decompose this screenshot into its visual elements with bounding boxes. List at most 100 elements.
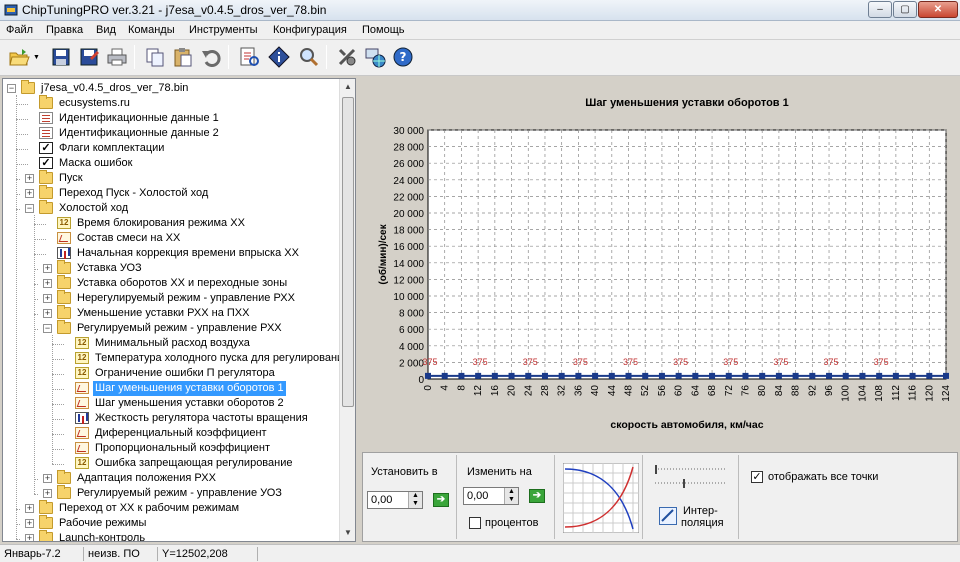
x-tick-label: 72 [724, 385, 735, 397]
data-label: 375 [673, 357, 688, 367]
y-tick-label: 20 000 [393, 209, 424, 220]
x-tick-label: 56 [657, 385, 668, 397]
set-value-label: Установить в [371, 466, 438, 478]
percent-checkbox[interactable] [469, 517, 481, 529]
tree-item[interactable]: + Переход от ХХ к рабочим режимам [3, 500, 339, 516]
tree-item[interactable]: Жесткость регулятора частоты вращения [3, 411, 339, 426]
apply-set-button[interactable]: ➔ [433, 493, 449, 507]
x-tick-label: 92 [807, 385, 818, 397]
scroll-up-icon[interactable]: ▲ [340, 79, 355, 95]
expand-icon[interactable]: + [25, 174, 34, 183]
menu-commands[interactable]: Команды [128, 24, 175, 36]
menu-edit[interactable]: Правка [46, 24, 83, 36]
expand-icon[interactable]: + [43, 294, 52, 303]
tree-item[interactable]: + Launch-контроль [3, 530, 339, 541]
interpolation-preview-icon[interactable] [563, 463, 639, 533]
compare-icon[interactable] [238, 46, 260, 68]
tree-item[interactable]: + Регулируемый режим - управление УОЗ [3, 485, 339, 501]
expand-icon[interactable]: + [25, 519, 34, 528]
tree-item-label: Нерегулируемый режим - управление РХХ [77, 292, 295, 304]
apply-change-button[interactable]: ➔ [529, 489, 545, 503]
tree-item[interactable]: ecusystems.ru [3, 95, 339, 111]
change-value-spinner-icon[interactable]: ▲ ▼ [504, 488, 518, 504]
tree-item[interactable]: + Пуск [3, 170, 339, 186]
change-value-input[interactable]: 0,00 ▲ ▼ [463, 487, 519, 505]
undo-icon[interactable] [200, 46, 222, 68]
scroll-down-icon[interactable]: ▼ [340, 525, 355, 541]
menu-configuration[interactable]: Конфигурация [273, 24, 347, 36]
menu-tools[interactable]: Инструменты [189, 24, 258, 36]
close-button[interactable]: ✕ [918, 1, 958, 18]
tree-item[interactable]: Начальная коррекция времени впрыска ХХ [3, 246, 339, 261]
tree-item[interactable]: Состав смеси на ХХ [3, 231, 339, 246]
collapse-icon[interactable]: − [7, 84, 16, 93]
interpolation-label-1[interactable]: Интер- [683, 505, 718, 517]
set-value-spinner-icon[interactable]: ▲ ▼ [408, 492, 422, 508]
menu-file[interactable]: Файл [6, 24, 33, 36]
scroll-thumb[interactable] [342, 97, 354, 407]
tree-item[interactable]: + Адаптация положения РХХ [3, 470, 339, 486]
search-icon[interactable] [298, 46, 320, 68]
open-icon[interactable] [8, 46, 30, 68]
collapse-icon[interactable]: − [43, 324, 52, 333]
tree-item[interactable]: + Рабочие режимы [3, 515, 339, 531]
menu-bar: Файл Правка Вид Команды Инструменты Конф… [0, 21, 960, 40]
constant-icon: 12 [75, 457, 89, 469]
window-title: ChipTuningPRO ver.3.21 - j7esa_v0.4.5_dr… [22, 3, 327, 17]
expand-icon[interactable]: + [25, 504, 34, 513]
maximize-button[interactable]: ▢ [893, 1, 917, 18]
open-dropdown-icon[interactable]: ▼ [33, 54, 40, 61]
collapse-icon[interactable]: − [25, 204, 34, 213]
tree-item[interactable]: + Нерегулируемый режим - управление РХХ [3, 290, 339, 306]
tree-item[interactable]: 12 Ограничение ошибки П регулятора [3, 366, 339, 381]
tree-item[interactable]: Шаг уменьшения уставки оборотов 2 [3, 396, 339, 411]
tree-item[interactable]: ✓ Флаги комплектации [3, 141, 339, 156]
tree-scrollbar[interactable]: ▲ ▼ [339, 79, 355, 541]
tree-item[interactable]: Идентификационные данные 2 [3, 126, 339, 141]
tree-item[interactable]: Шаг уменьшения уставки оборотов 1 [3, 380, 339, 397]
interpolation-icon[interactable] [659, 507, 677, 525]
set-value-input[interactable]: 0,00 ▲ ▼ [367, 491, 423, 509]
tree-item[interactable]: + Переход Пуск - Холостой ход [3, 185, 339, 201]
x-tick-label: 8 [456, 385, 467, 391]
tree-item[interactable]: 12 Минимальный расход воздуха [3, 336, 339, 351]
menu-view[interactable]: Вид [96, 24, 116, 36]
expand-icon[interactable]: + [25, 534, 34, 541]
save-icon[interactable] [50, 46, 72, 68]
show-all-points-checkbox[interactable]: ✓ [751, 471, 763, 483]
tree-item[interactable]: 12 Время блокирования режима ХХ [3, 216, 339, 231]
network-icon[interactable] [364, 46, 386, 68]
interpolation-label-2[interactable]: поляция [681, 517, 724, 529]
expand-icon[interactable]: + [43, 474, 52, 483]
copy-icon[interactable] [144, 46, 166, 68]
save-as-icon[interactable] [78, 46, 100, 68]
tree-item[interactable]: + Уставка УОЗ [3, 260, 339, 276]
interpolation-slider[interactable] [653, 463, 729, 493]
tree-item[interactable]: Идентификационные данные 1 [3, 111, 339, 126]
print-icon[interactable] [106, 46, 128, 68]
paste-icon[interactable] [172, 46, 194, 68]
tree-item[interactable]: 12 Температура холодного пуска для регули… [3, 351, 349, 366]
info-icon[interactable] [268, 46, 290, 68]
expand-icon[interactable]: + [43, 309, 52, 318]
tree-item-label: Переход Пуск - Холостой ход [59, 187, 209, 199]
settings-icon[interactable] [336, 46, 358, 68]
tree-item[interactable]: + Уменьшение уставки РХХ на ПХХ [3, 305, 339, 321]
menu-help[interactable]: Помощь [362, 24, 405, 36]
tree-item[interactable]: − j7esa_v0.4.5_dros_ver_78.bin [3, 80, 339, 96]
expand-icon[interactable]: + [43, 279, 52, 288]
expand-icon[interactable]: + [43, 264, 52, 273]
tree-item[interactable]: Диференциальный коэффициент [3, 426, 339, 441]
app-logo-icon [4, 4, 18, 16]
tree-item[interactable]: − Регулируемый режим - управление РХХ [3, 320, 339, 336]
tree-item[interactable]: Пропорциональный коэффициент [3, 441, 339, 456]
expand-icon[interactable]: + [43, 489, 52, 498]
tree-item[interactable]: − Холостой ход [3, 200, 339, 216]
tree-item[interactable]: 12 Ошибка запрещающая регулирование [3, 456, 339, 471]
minimize-button[interactable]: – [868, 1, 892, 18]
title-bar: ChipTuningPRO ver.3.21 - j7esa_v0.4.5_dr… [0, 0, 960, 21]
help-icon[interactable]: ? [392, 46, 414, 68]
expand-icon[interactable]: + [25, 189, 34, 198]
tree-item[interactable]: + Уставка оборотов ХХ и переходные зоны [3, 275, 339, 291]
tree-item[interactable]: ✓ Маска ошибок [3, 156, 339, 171]
